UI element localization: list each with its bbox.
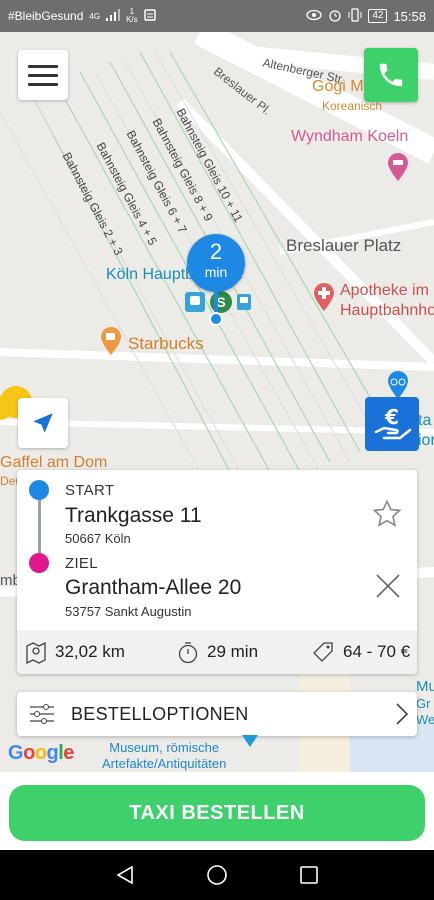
my-location-button[interactable] xyxy=(18,398,68,448)
home-icon[interactable] xyxy=(205,863,229,887)
poi-starbucks: Starbucks xyxy=(128,334,204,353)
poi-br-2: Gr xyxy=(416,696,431,711)
distance-value: 32,02 km xyxy=(55,642,125,661)
start-street[interactable]: Trankgasse 11 xyxy=(65,504,202,528)
menu-button[interactable] xyxy=(18,50,68,100)
sliders-icon xyxy=(30,704,54,724)
eta-pin: 2 min xyxy=(187,234,245,292)
duration-stat: 29 min xyxy=(177,640,258,664)
payment-button[interactable]: € xyxy=(365,397,419,451)
eta-value: 2 xyxy=(209,239,223,264)
clear-destination-button[interactable] xyxy=(374,572,402,605)
destination-city: 53757 Sankt Augustin xyxy=(65,604,192,619)
status-bar: #BleibGesund 4G 1 K/s 42 15:58 xyxy=(0,0,434,32)
phone-icon xyxy=(379,63,403,87)
star-icon xyxy=(372,499,402,527)
pickup-location-dot xyxy=(209,312,223,326)
bus-icon xyxy=(237,294,251,310)
distance-stat: 32,02 km xyxy=(25,640,125,664)
price-stat: 64 - 70 € xyxy=(311,640,410,664)
train-icon xyxy=(185,292,205,312)
eta-unit: min xyxy=(204,264,228,280)
call-button[interactable] xyxy=(364,48,418,102)
recent-apps-icon[interactable] xyxy=(298,864,320,886)
transit-icons: S xyxy=(184,290,252,314)
hamburger-icon xyxy=(28,64,58,68)
destination-street[interactable]: Grantham-Allee 20 xyxy=(65,576,241,600)
poi-right-edge-1: ta xyxy=(418,412,432,429)
poi-right-edge-2: ior xyxy=(418,432,434,449)
poi-br-3: We xyxy=(416,712,434,727)
pharmacy-icon xyxy=(313,282,335,317)
battery-indicator: 42 xyxy=(368,9,388,23)
order-options-button[interactable]: BESTELLOPTIONEN xyxy=(17,692,417,736)
poi-apotheke-2: Hauptbahnho xyxy=(340,302,434,319)
network-speed: 1 K/s xyxy=(126,7,138,24)
poi-gogi: Gogi M xyxy=(312,78,364,95)
trip-stats: 32,02 km 29 min 64 - 70 € xyxy=(17,630,417,674)
svg-text:€: € xyxy=(384,405,399,429)
euro-hand-icon: € xyxy=(374,405,412,440)
close-icon xyxy=(376,574,400,598)
notification-icon xyxy=(143,8,156,24)
duration-value: 29 min xyxy=(207,642,259,661)
order-options-label: BESTELLOPTIONEN xyxy=(71,703,249,724)
status-text: #BleibGesund xyxy=(8,9,84,23)
poi-wyndham: Wyndham Koeln xyxy=(291,128,409,145)
google-logo: Google xyxy=(8,742,74,764)
order-taxi-button[interactable]: TAXI BESTELLEN xyxy=(9,785,425,841)
destination-dot-icon xyxy=(29,553,49,573)
place-breslauer-platz: Breslauer Platz xyxy=(286,236,402,255)
hotel-icon xyxy=(387,152,409,187)
navigation-arrow-icon xyxy=(33,413,53,433)
price-tag-icon xyxy=(313,642,333,662)
sbahn-icon: S xyxy=(210,291,232,313)
cafe-icon xyxy=(100,326,122,361)
network-type: 4G xyxy=(89,11,101,21)
chevron-right-icon xyxy=(396,703,409,725)
system-nav-bar xyxy=(0,850,434,900)
poi-museum: Museum, römische Artefakte/Antiquitäten xyxy=(102,740,227,771)
start-city: 50667 Köln xyxy=(65,531,131,546)
eye-icon xyxy=(306,9,322,24)
museum-marker-icon xyxy=(241,734,259,753)
alarm-icon xyxy=(328,8,342,25)
vibrate-icon xyxy=(348,7,362,25)
clock: 15:58 xyxy=(393,8,426,24)
signal-icon xyxy=(106,8,121,24)
back-icon[interactable] xyxy=(114,864,136,886)
stopwatch-icon xyxy=(178,642,198,664)
start-label: START xyxy=(65,482,115,499)
destination-label: ZIEL xyxy=(65,555,98,572)
trip-card: START Trankgasse 11 50667 Köln ZIEL Gran… xyxy=(17,470,417,674)
start-dot-icon xyxy=(29,480,49,500)
route-connector xyxy=(38,500,41,554)
poi-br-1: Mu xyxy=(416,678,434,695)
poi-apotheke-1: Apotheke im xyxy=(340,282,429,299)
favorite-star-button[interactable] xyxy=(371,498,403,535)
price-value: 64 - 70 € xyxy=(343,642,411,661)
map-pin-icon xyxy=(26,641,46,664)
